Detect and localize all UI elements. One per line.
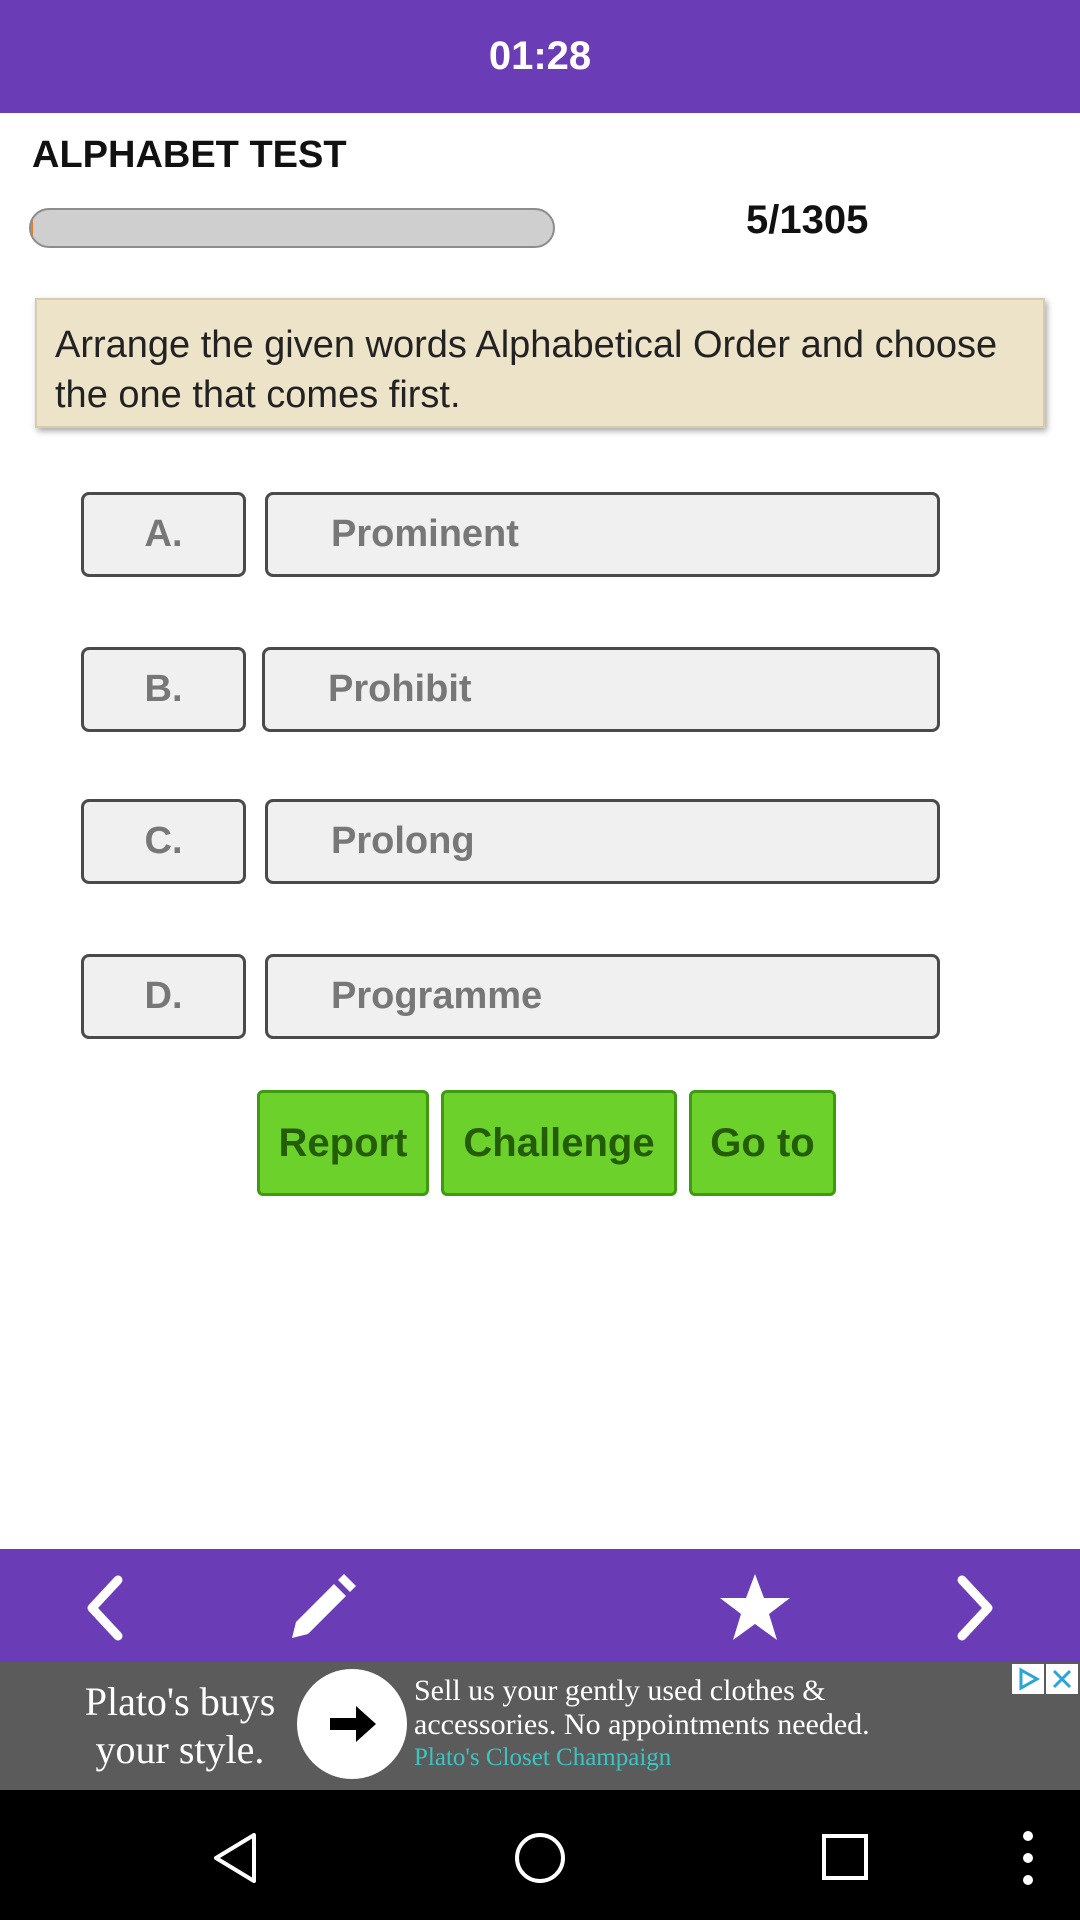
option-d-letter[interactable]: D. [81, 954, 246, 1039]
chevron-left-icon[interactable] [70, 1570, 146, 1646]
ad-banner[interactable]: Plato's buys your style. Sell us your ge… [0, 1662, 1080, 1790]
bottom-nav-bar [0, 1549, 1080, 1662]
progress-bar [29, 208, 555, 248]
ad-headline-line2: your style. [95, 1727, 265, 1772]
page-title: ALPHABET TEST [32, 134, 347, 176]
option-a-letter[interactable]: A. [81, 492, 246, 577]
option-b-letter[interactable]: B. [81, 647, 246, 732]
back-icon[interactable] [210, 1830, 260, 1886]
chevron-right-icon[interactable] [934, 1570, 1010, 1646]
option-a-button[interactable]: Prominent [265, 492, 940, 577]
report-button[interactable]: Report [257, 1090, 429, 1196]
recents-icon[interactable] [820, 1832, 870, 1882]
question-text: Arrange the given words Alphabetical Ord… [35, 298, 1045, 428]
more-icon[interactable] [1012, 1828, 1044, 1888]
ad-sponsor: Plato's Closet Champaign [414, 1744, 672, 1771]
ad-choices-icon[interactable] [1012, 1664, 1044, 1694]
timer-bar: 01:28 [0, 0, 1080, 113]
ad-arrow-icon[interactable] [297, 1669, 407, 1779]
ad-line2: accessories. No appointments needed. [414, 1708, 870, 1741]
star-icon[interactable] [717, 1570, 793, 1646]
option-c-button[interactable]: Prolong [265, 799, 940, 884]
ad-body: Sell us your gently used clothes & acces… [414, 1674, 1014, 1774]
ad-headline-line1: Plato's buys [84, 1679, 276, 1724]
option-d-button[interactable]: Programme [265, 954, 940, 1039]
action-buttons: Report Challenge Go to [257, 1090, 836, 1196]
option-c-letter[interactable]: C. [81, 799, 246, 884]
ad-line1: Sell us your gently used clothes & [414, 1674, 826, 1707]
challenge-button[interactable]: Challenge [441, 1090, 677, 1196]
go-to-button[interactable]: Go to [689, 1090, 836, 1196]
progress-fill [31, 210, 34, 246]
ad-close-icon[interactable] [1046, 1664, 1078, 1694]
home-icon[interactable] [512, 1830, 568, 1886]
option-b-button[interactable]: Prohibit [262, 647, 940, 732]
timer: 01:28 [488, 34, 592, 78]
pencil-icon[interactable] [284, 1570, 360, 1646]
question-counter: 5/1305 [746, 198, 869, 242]
